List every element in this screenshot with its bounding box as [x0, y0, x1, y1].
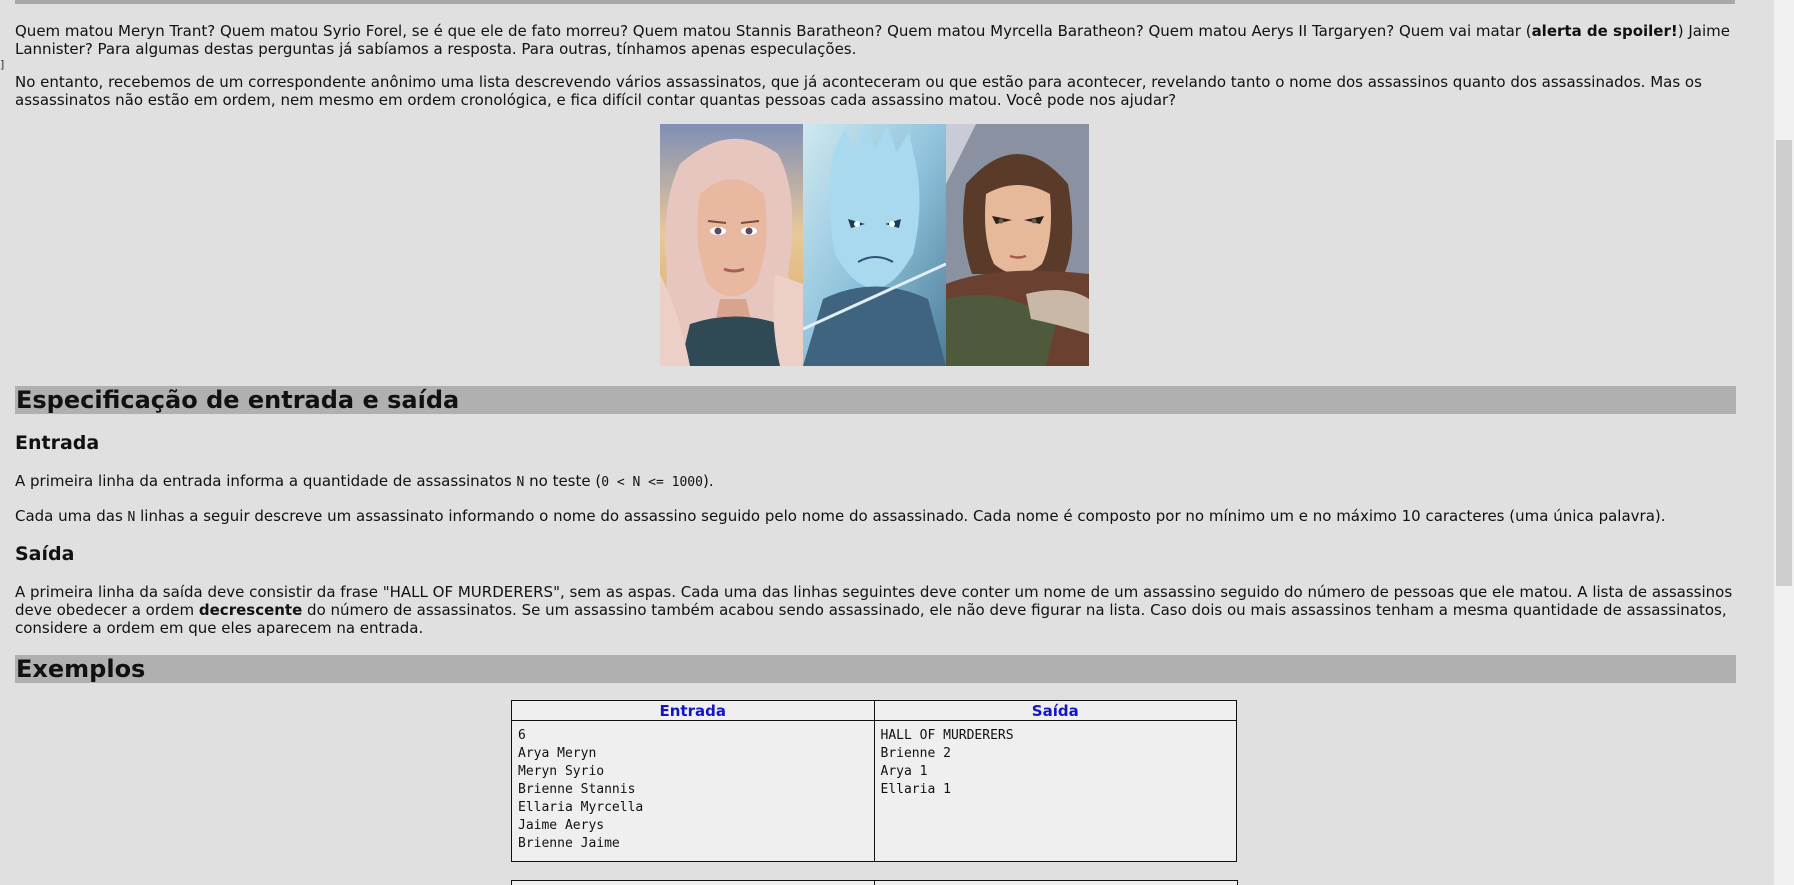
top-divider — [15, 0, 1735, 4]
portrait-blonde-woman — [660, 124, 803, 366]
spoiler-alert-text: alerta de spoiler! — [1531, 22, 1678, 40]
second-example-table-edge — [511, 880, 1238, 885]
input-heading: Entrada — [15, 432, 100, 454]
input-paragraph-2: Cada uma das N linhas a seguir descreve … — [15, 507, 1666, 525]
example-table: Entrada Saída 6 Arya Meryn Meryn Syrio B… — [511, 700, 1237, 862]
input-paragraph-1: A primeira linha da entrada informa a qu… — [15, 472, 714, 490]
section-heading-examples: Exemplos — [15, 655, 1736, 683]
problem-page: ] Quem matou Meryn Trant? Quem matou Syr… — [0, 0, 1794, 885]
example-output-cell: HALL OF MURDERERS Brienne 2 Arya 1 Ellar… — [873, 720, 1237, 862]
input-description: A primeira linha da entrada informa a qu… — [15, 472, 1735, 527]
portrait-arya — [946, 124, 1089, 366]
intro-section: Quem matou Meryn Trant? Quem matou Syrio… — [15, 22, 1735, 109]
character-illustration — [660, 124, 1089, 366]
example-output-header: Saída — [873, 700, 1237, 721]
output-paragraph: A primeira linha da saída deve consistir… — [15, 583, 1733, 637]
example-input-cell: 6 Arya Meryn Meryn Syrio Brienne Stannis… — [511, 720, 875, 862]
example-input-header: Entrada — [511, 700, 875, 721]
output-description: A primeira linha da saída deve consistir… — [15, 583, 1735, 637]
intro-paragraph-1: Quem matou Meryn Trant? Quem matou Syrio… — [15, 22, 1730, 58]
scrollbar-thumb[interactable] — [1776, 140, 1792, 586]
vertical-scrollbar[interactable] — [1774, 0, 1794, 885]
intro-paragraph-2: No entanto, recebemos de um corresponden… — [15, 73, 1702, 109]
output-heading: Saída — [15, 543, 75, 565]
section-heading-spec: Especificação de entrada e saída — [15, 386, 1736, 414]
margin-mark: ] — [0, 58, 5, 71]
portrait-night-king — [803, 124, 946, 366]
